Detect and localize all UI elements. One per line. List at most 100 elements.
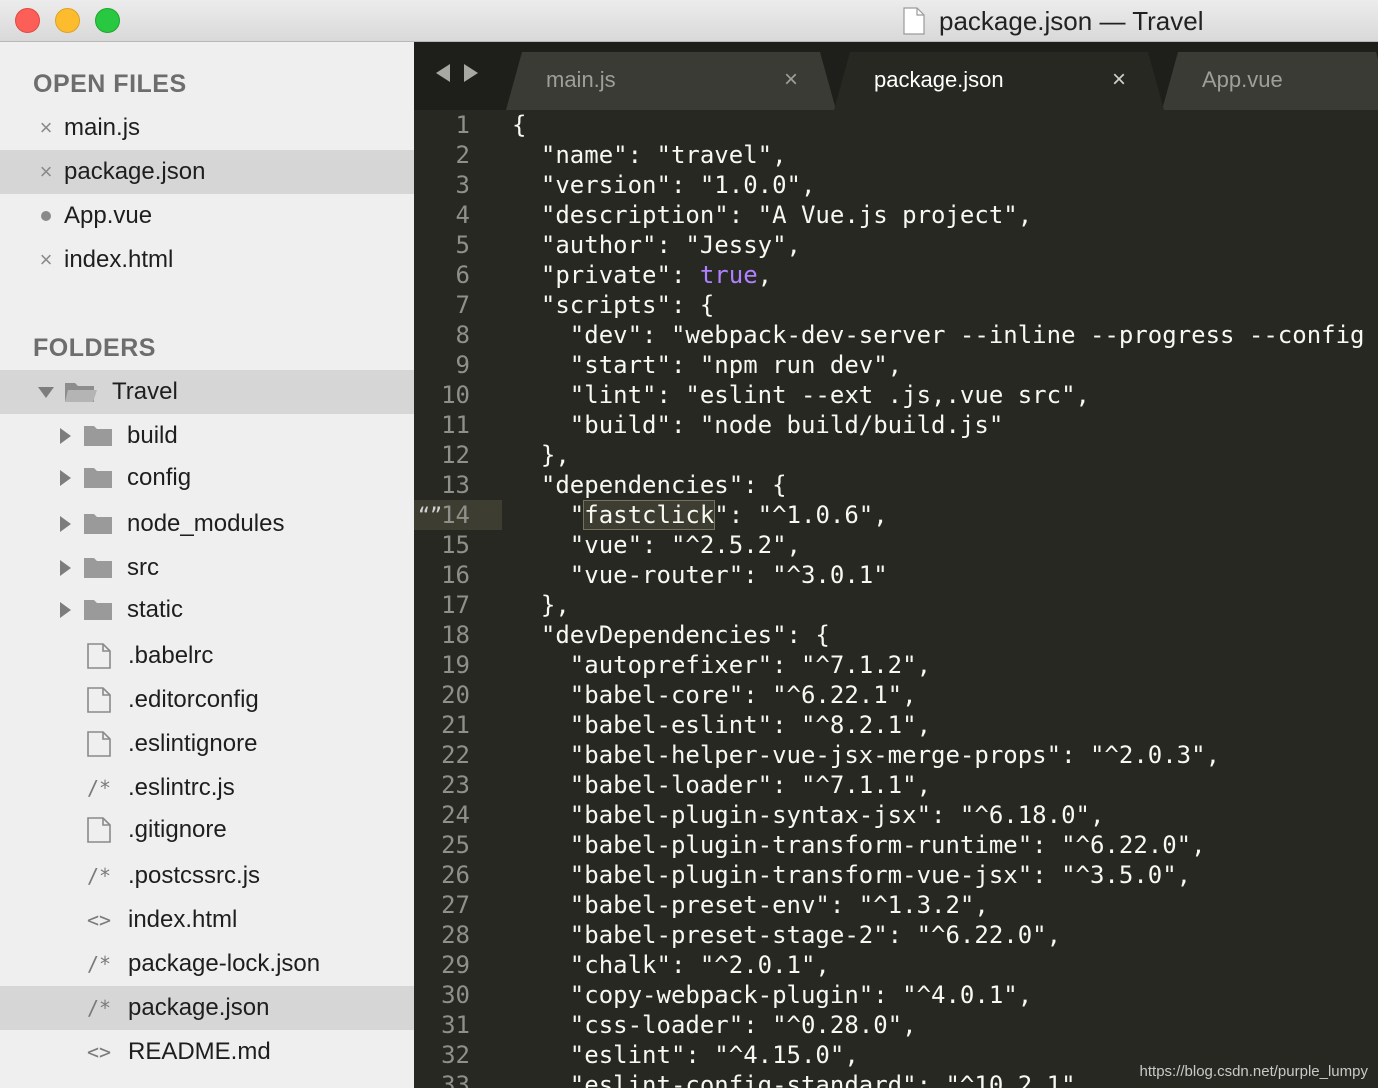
chevron-left-icon[interactable]	[436, 64, 450, 82]
disclosure-collapsed-icon[interactable]	[60, 470, 71, 486]
file-gitignore[interactable]: .gitignore	[0, 808, 414, 852]
code-line[interactable]: 7 "scripts": {	[414, 290, 1378, 320]
zoom-window-button[interactable]	[95, 8, 120, 33]
code-line[interactable]: 30 "copy-webpack-plugin": "^4.0.1",	[414, 980, 1378, 1010]
close-file-icon[interactable]: ×	[37, 159, 55, 185]
line-number: 32	[441, 1041, 470, 1069]
code-line[interactable]: 18 "devDependencies": {	[414, 620, 1378, 650]
code-text: },	[512, 591, 570, 619]
minimize-window-button[interactable]	[55, 8, 80, 33]
code-text: "autoprefixer": "^7.1.2",	[512, 651, 932, 679]
code-text: "lint": "eslint --ext .js,.vue src",	[512, 381, 1090, 409]
code-line[interactable]: 20 "babel-core": "^6.22.1",	[414, 680, 1378, 710]
code-line[interactable]: 28 "babel-preset-stage-2": "^6.22.0",	[414, 920, 1378, 950]
line-number: 26	[441, 861, 470, 889]
open-file-app-vue[interactable]: App.vue	[0, 194, 414, 238]
code-line[interactable]: 11 "build": "node build/build.js"	[414, 410, 1378, 440]
folder-build[interactable]: build	[0, 414, 414, 458]
close-tab-icon[interactable]: ×	[1112, 66, 1126, 94]
folder-static[interactable]: static	[0, 588, 414, 632]
file-label: .eslintignore	[128, 730, 258, 757]
file-package-json[interactable]: /* package.json	[0, 986, 414, 1030]
open-file-label: package.json	[64, 158, 206, 185]
line-number: 21	[441, 711, 470, 739]
open-file-main-js[interactable]: × main.js	[0, 106, 414, 150]
code-line[interactable]: 2 "name": "travel",	[414, 140, 1378, 170]
open-file-package-json[interactable]: × package.json	[0, 150, 414, 194]
code-line[interactable]: 15 "vue": "^2.5.2",	[414, 530, 1378, 560]
folder-src[interactable]: src	[0, 546, 414, 590]
code-line[interactable]: 5 "author": "Jessy",	[414, 230, 1378, 260]
sidebar: OPEN FILES × main.js × package.json App.…	[0, 42, 414, 1088]
line-number: 22	[441, 741, 470, 769]
quote-marker-icon: “”	[418, 503, 443, 527]
code-line[interactable]: 10 "lint": "eslint --ext .js,.vue src",	[414, 380, 1378, 410]
code-line[interactable]: 8 "dev": "webpack-dev-server --inline --…	[414, 320, 1378, 350]
comment-file-icon: /*	[86, 864, 112, 888]
code-line[interactable]: 9 "start": "npm run dev",	[414, 350, 1378, 380]
tab-package-json[interactable]: package.json ×	[834, 52, 1164, 110]
line-number: 27	[441, 891, 470, 919]
tab-app-vue[interactable]: App.vue	[1162, 52, 1378, 110]
code-editor[interactable]: 1{2 "name": "travel", 3 "version": "1.0.0…	[414, 110, 1378, 1088]
close-window-button[interactable]	[15, 8, 40, 33]
code-text: "devDependencies": {	[512, 621, 830, 649]
code-line[interactable]: 24 "babel-plugin-syntax-jsx": "^6.18.0",	[414, 800, 1378, 830]
line-number: 28	[441, 921, 470, 949]
file-readme-md[interactable]: <> README.md	[0, 1030, 414, 1074]
code-line[interactable]: 1{	[414, 110, 1378, 140]
code-text: "eslint": "^4.15.0",	[512, 1041, 859, 1069]
disclosure-expanded-icon[interactable]	[38, 386, 54, 398]
code-line[interactable]: 19 "autoprefixer": "^7.1.2",	[414, 650, 1378, 680]
line-number: 7	[455, 291, 470, 319]
line-number: 33	[441, 1071, 470, 1088]
file-editorconfig[interactable]: .editorconfig	[0, 678, 414, 722]
close-file-icon[interactable]: ×	[37, 247, 55, 273]
file-babelrc[interactable]: .babelrc	[0, 634, 414, 678]
line-number: 2	[455, 141, 470, 169]
disclosure-collapsed-icon[interactable]	[60, 560, 71, 576]
file-eslintignore[interactable]: .eslintignore	[0, 722, 414, 766]
unsaved-dot-icon[interactable]	[37, 211, 55, 221]
code-line[interactable]: 14 "fastclick": "^1.0.6", “”	[414, 500, 1378, 530]
folder-icon	[83, 466, 113, 490]
title-bar: package.json — Travel	[0, 0, 1378, 42]
markup-file-icon: <>	[86, 908, 112, 932]
code-line[interactable]: 16 "vue-router": "^3.0.1"	[414, 560, 1378, 590]
open-file-label: App.vue	[64, 202, 153, 229]
code-line[interactable]: 6 "private": true,	[414, 260, 1378, 290]
code-line[interactable]: 27 "babel-preset-env": "^1.3.2",	[414, 890, 1378, 920]
folder-icon	[83, 512, 113, 536]
file-index-html[interactable]: <> index.html	[0, 898, 414, 942]
chevron-right-icon[interactable]	[464, 64, 478, 82]
code-line[interactable]: 12 },	[414, 440, 1378, 470]
file-label: .editorconfig	[128, 686, 259, 713]
code-line[interactable]: 3 "version": "1.0.0",	[414, 170, 1378, 200]
folder-node-modules[interactable]: node_modules	[0, 502, 414, 546]
code-line[interactable]: 21 "babel-eslint": "^8.2.1",	[414, 710, 1378, 740]
code-line[interactable]: 4 "description": "A Vue.js project",	[414, 200, 1378, 230]
close-file-icon[interactable]: ×	[37, 115, 55, 141]
code-line[interactable]: 26 "babel-plugin-transform-vue-jsx": "^3…	[414, 860, 1378, 890]
disclosure-collapsed-icon[interactable]	[60, 602, 71, 618]
file-package-lock-json[interactable]: /* package-lock.json	[0, 942, 414, 986]
code-line[interactable]: 23 "babel-loader": "^7.1.1",	[414, 770, 1378, 800]
file-postcssrc-js[interactable]: /* .postcssrc.js	[0, 854, 414, 898]
code-line[interactable]: 31 "css-loader": "^0.28.0",	[414, 1010, 1378, 1040]
disclosure-collapsed-icon[interactable]	[60, 428, 71, 444]
code-text: "copy-webpack-plugin": "^4.0.1",	[512, 981, 1033, 1009]
disclosure-collapsed-icon[interactable]	[60, 516, 71, 532]
code-text: "version": "1.0.0",	[512, 171, 816, 199]
file-eslintrc-js[interactable]: /* .eslintrc.js	[0, 766, 414, 810]
code-line[interactable]: 29 "chalk": "^2.0.1",	[414, 950, 1378, 980]
code-line[interactable]: 22 "babel-helper-vue-jsx-merge-props": "…	[414, 740, 1378, 770]
window-title-group: package.json — Travel	[903, 5, 1203, 37]
folder-travel[interactable]: Travel	[0, 370, 414, 414]
open-file-index-html[interactable]: × index.html	[0, 238, 414, 282]
code-line[interactable]: 17 },	[414, 590, 1378, 620]
close-tab-icon[interactable]: ×	[784, 66, 798, 94]
code-line[interactable]: 13 "dependencies": {	[414, 470, 1378, 500]
code-line[interactable]: 25 "babel-plugin-transform-runtime": "^6…	[414, 830, 1378, 860]
folder-config[interactable]: config	[0, 456, 414, 500]
tab-main-js[interactable]: main.js ×	[506, 52, 836, 110]
